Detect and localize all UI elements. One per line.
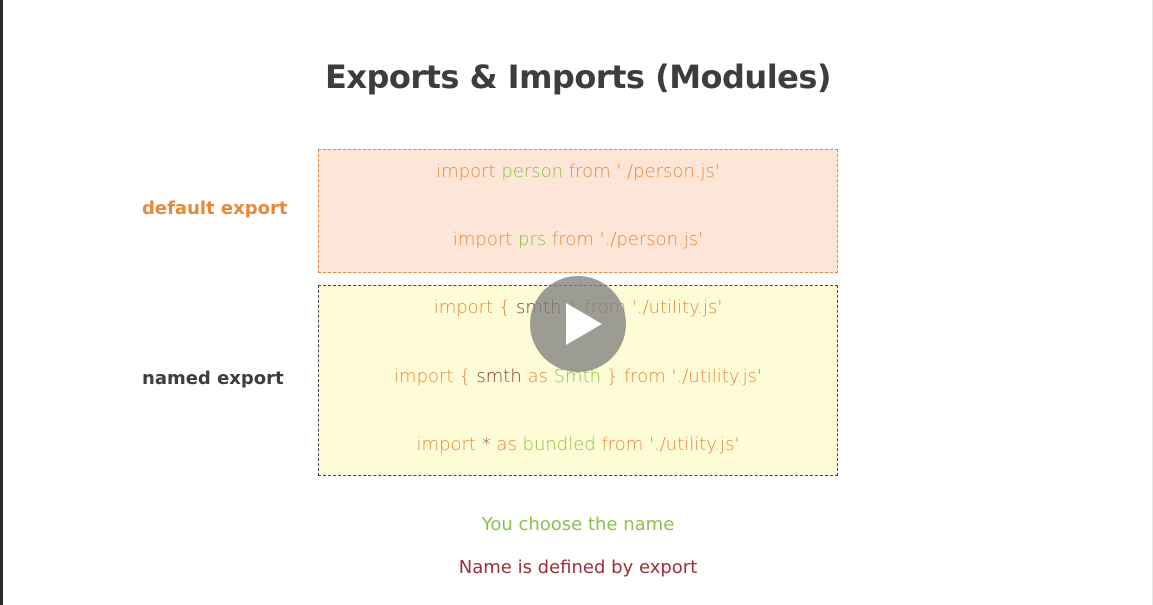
code-export-name: smth — [476, 366, 522, 387]
code-keyword: import — [436, 161, 502, 182]
code-keyword: from './person.js' — [563, 161, 720, 182]
code-keyword: from './person.js' — [546, 229, 704, 250]
code-keyword: import — [416, 434, 482, 455]
page-title: Exports & Imports (Modules) — [324, 58, 832, 96]
default-export-label: default export — [142, 198, 288, 219]
code-keyword: from './utility.js' — [595, 434, 740, 455]
play-icon — [566, 303, 602, 345]
named-import-line-3: import * as bundled from './utility.js' — [318, 434, 838, 455]
default-import-line-2: import prs from './person.js' — [318, 229, 838, 250]
play-button[interactable] — [530, 276, 626, 372]
code-keyword: } from './utility.js' — [601, 366, 762, 387]
code-chosen-name: prs — [518, 229, 547, 250]
code-chosen-name: bundled — [522, 434, 596, 455]
note-defined-by-export: Name is defined by export — [458, 557, 698, 578]
code-keyword: as — [490, 434, 523, 455]
code-keyword: import { — [394, 366, 477, 387]
code-chosen-name: person — [501, 161, 564, 182]
code-keyword: import { — [433, 297, 517, 318]
note-choose-name: You choose the name — [481, 514, 675, 535]
code-keyword: import — [452, 229, 519, 250]
code-export-name: * — [481, 434, 491, 455]
default-import-line-1: import person from './person.js' — [318, 161, 838, 182]
code-keyword: as — [521, 366, 554, 387]
named-export-label: named export — [142, 368, 284, 389]
